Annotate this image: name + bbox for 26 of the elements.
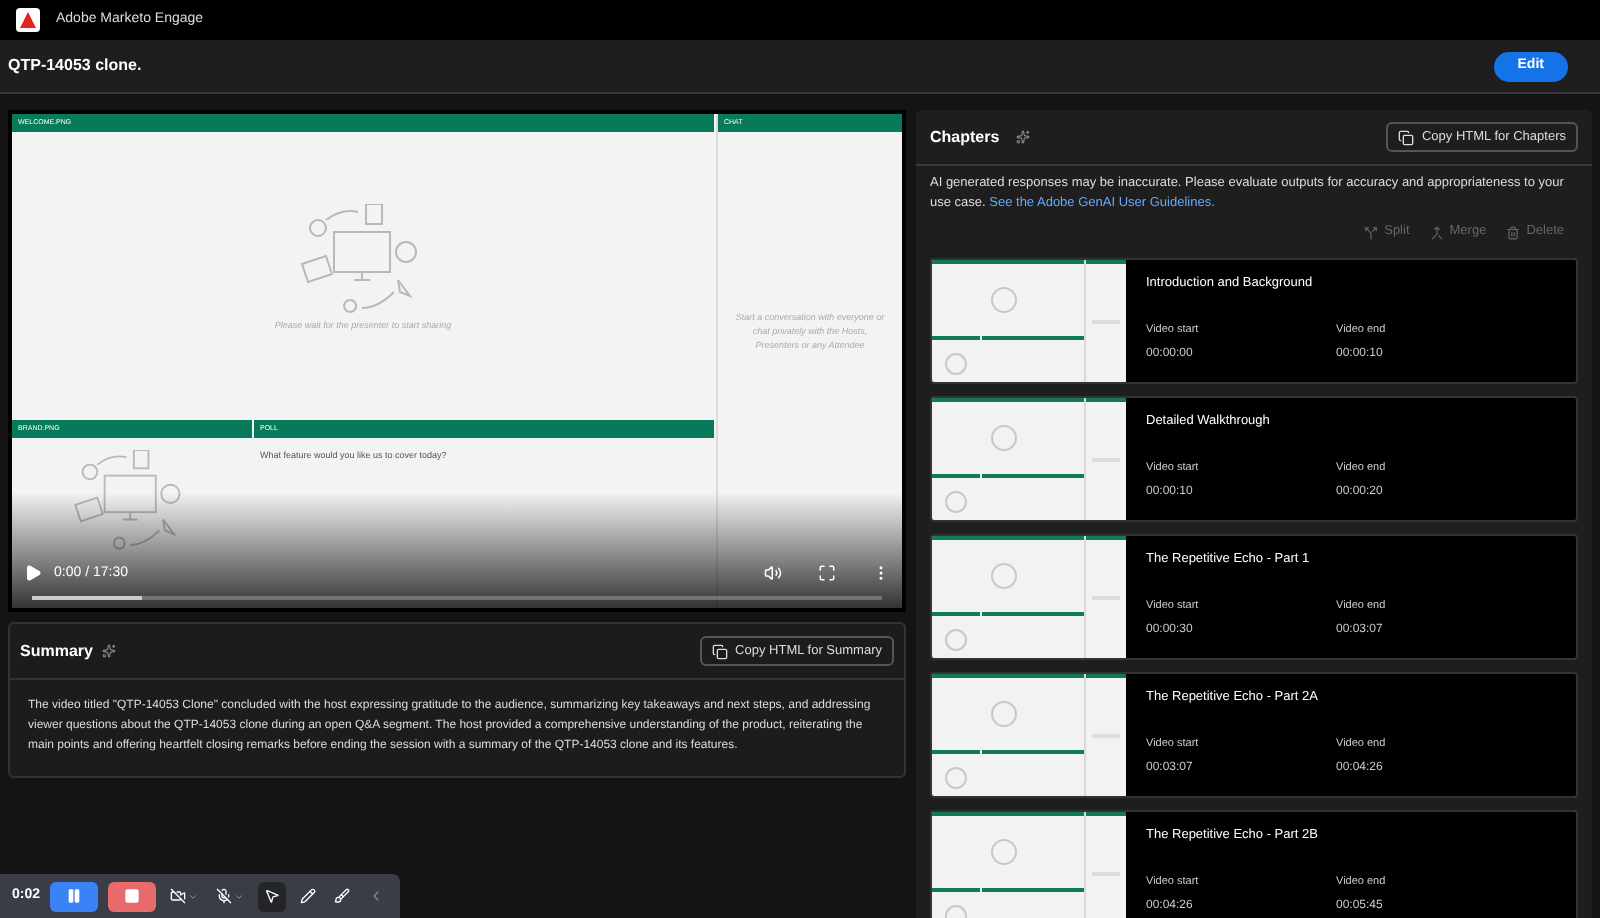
pause-icon (66, 888, 83, 904)
summary-title: Summary (20, 639, 93, 663)
chapters-title: Chapters (930, 125, 1000, 149)
split-icon (1364, 225, 1379, 239)
pointer-icon (264, 888, 281, 904)
play-icon[interactable] (24, 564, 42, 583)
stop-tool[interactable] (108, 881, 157, 911)
delete-icon (1506, 225, 1521, 239)
copy-icon (711, 643, 728, 659)
video-player[interactable] (8, 110, 906, 612)
pause-tool[interactable] (50, 881, 99, 911)
mic-icon (216, 888, 233, 904)
pen-icon (300, 888, 317, 904)
caret-icon (188, 891, 199, 901)
sparkle-icon (1015, 130, 1030, 144)
volume-icon[interactable] (764, 564, 782, 583)
pointer-tool[interactable] (258, 881, 287, 911)
merge-icon (1429, 225, 1444, 239)
fullscreen-icon[interactable] (818, 564, 836, 583)
copy-icon (1397, 129, 1414, 145)
page-title: QTP-14053 clone. (8, 54, 142, 78)
stop-icon (124, 888, 141, 904)
camera-icon (170, 888, 187, 904)
sparkle-icon (102, 644, 117, 658)
app-logo-icon (16, 8, 40, 32)
caret-icon (234, 891, 245, 901)
